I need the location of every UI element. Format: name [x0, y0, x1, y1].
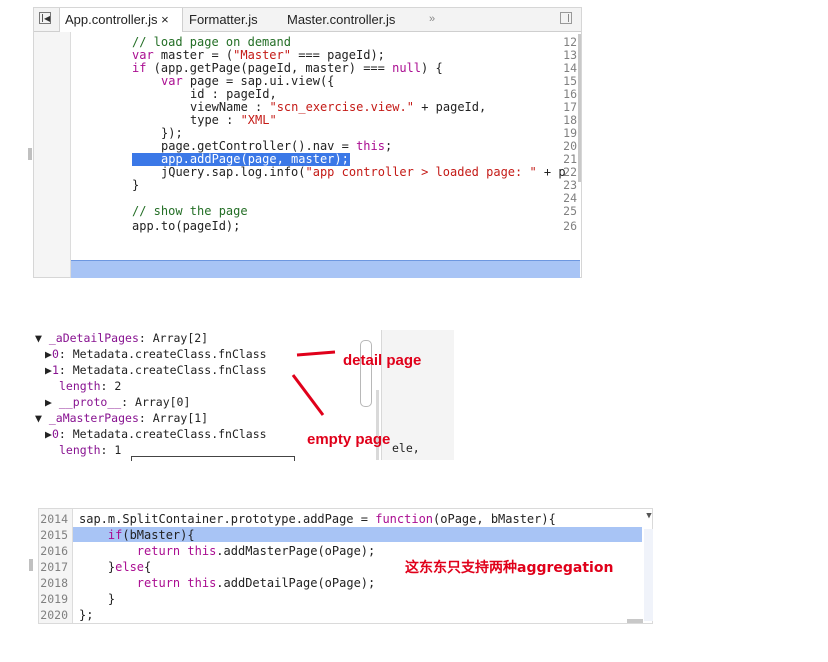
line-number: 2017: [40, 560, 68, 574]
code-line: sap.m.SplitContainer.prototype.addPage =…: [79, 512, 556, 526]
editor-tab-bar: ◀ App.controller.js × Formatter.js Maste…: [34, 8, 581, 32]
annotation-empty-page: empty page: [307, 431, 391, 448]
toggle-panel-icon[interactable]: [560, 12, 572, 24]
code-line: type : "XML": [190, 113, 277, 127]
code-line: };: [79, 608, 94, 622]
line-number: 25: [563, 204, 577, 218]
code-line: }: [79, 592, 116, 606]
code-line: // show the page: [132, 204, 248, 218]
annotation-detail-page: detail page: [343, 352, 422, 369]
right-pane-strip: [644, 529, 653, 621]
current-code-line: app.to(pageId);: [132, 219, 241, 233]
source-editor-panel: ◀ App.controller.js × Formatter.js Maste…: [28, 7, 582, 278]
vertical-scrollbar[interactable]: [578, 34, 581, 182]
code-line: return this.addMasterPage(oPage);: [136, 544, 376, 558]
tab-master-controller[interactable]: Master.controller.js: [287, 8, 417, 31]
line-number: 26: [563, 219, 577, 233]
arrow-detail: [296, 350, 336, 357]
gutter-marker: [29, 559, 33, 571]
object-inspector-panel: ▼ _aDetailPages: Array[2] ▶0: Metadata.c…: [35, 330, 454, 461]
line-number: 2014: [40, 512, 68, 526]
line-number: 2018: [40, 576, 68, 590]
current-line-highlight: [71, 260, 580, 278]
annotation-aggregation: 这东东只支持两种aggregation: [405, 560, 614, 576]
tab-label: App.controller.js ×: [65, 12, 169, 27]
gutter-marker: [28, 148, 32, 160]
code-line: }: [132, 178, 140, 192]
line-number: 2020: [40, 608, 68, 622]
tab-label: Formatter.js: [189, 12, 258, 27]
code-line: jQuery.sap.log.info("app controller > lo…: [161, 165, 566, 179]
tab-label: Master.controller.js: [287, 12, 396, 27]
tab-formatter[interactable]: Formatter.js: [189, 8, 274, 31]
toggle-navigator-icon[interactable]: ◀: [39, 12, 51, 24]
tab-app-controller[interactable]: App.controller.js ×: [59, 8, 183, 32]
line-number: 2016: [40, 544, 68, 558]
line-number-gutter: [34, 32, 71, 277]
code-line: if(bMaster){: [107, 528, 195, 542]
code-line: return this.addDetailPage(oPage);: [136, 576, 376, 590]
line-number: 2015: [40, 528, 68, 542]
code-line: }else{: [79, 560, 152, 574]
more-tabs-icon[interactable]: »: [429, 8, 441, 31]
bottom-scroll-thumb[interactable]: [627, 619, 643, 623]
library-source-panel: ▼ 2014 2015 2016 2017 2018 2019 2020 sap…: [29, 508, 653, 624]
arrow-empty: [291, 374, 325, 416]
line-number: 2019: [40, 592, 68, 606]
scroll-arrow-icon[interactable]: ▼: [645, 511, 653, 521]
